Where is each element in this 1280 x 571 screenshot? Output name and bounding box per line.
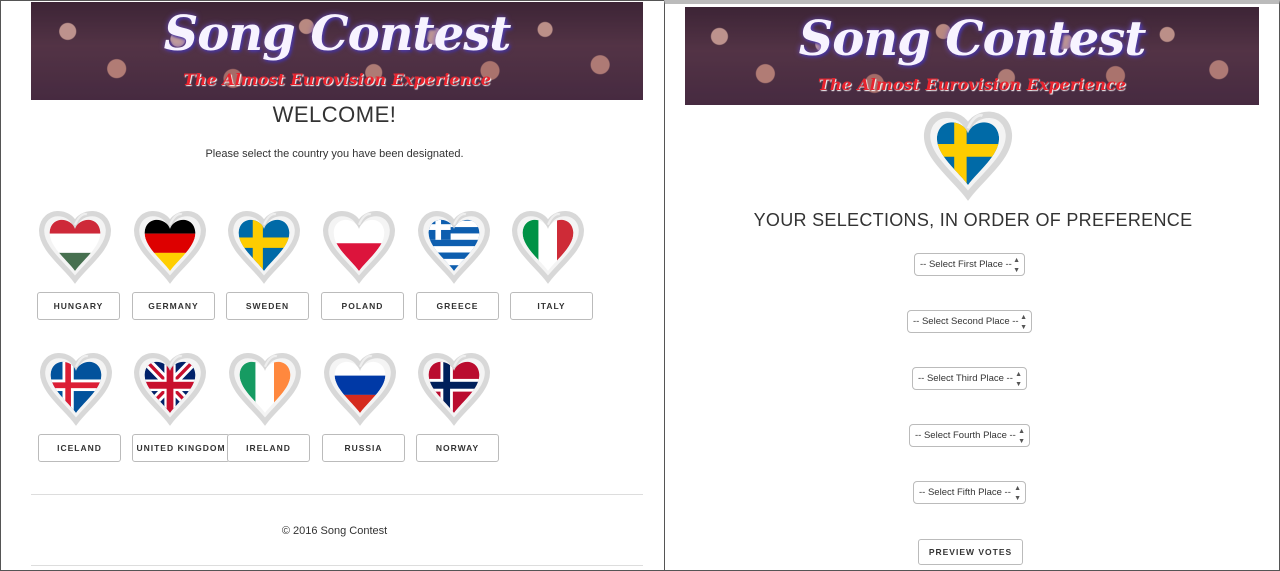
fourth-place-select[interactable]: -- Select Fourth Place -- ▲ ▼: [909, 424, 1030, 447]
logo-title: Song Contest: [163, 6, 512, 62]
uk-flag-heart-icon[interactable]: [130, 343, 210, 429]
country-button[interactable]: IRELAND: [227, 434, 310, 462]
footer-copyright: © 2016 Song Contest: [281, 525, 388, 537]
russia-flag-heart-icon[interactable]: [320, 343, 400, 429]
selections-heading: YOUR SELECTIONS, IN ORDER OF PREFERENCE: [753, 210, 1193, 230]
poland-flag-heart-icon[interactable]: [319, 201, 399, 287]
select-arrows-icon: ▲ ▼: [1013, 257, 1020, 274]
country-button[interactable]: NORWAY: [416, 434, 499, 462]
country-button[interactable]: POLAND: [321, 292, 404, 320]
song-contest-banner: Song Contest The Almost Eurovision Exper…: [31, 2, 643, 100]
sweden-flag-heart-icon: [919, 102, 1017, 202]
song-contest-banner: Song Contest The Almost Eurovision Exper…: [685, 7, 1259, 105]
vote-selection-page: Song Contest The Almost Eurovision Exper…: [664, 0, 1280, 571]
third-place-select[interactable]: -- Select Third Place -- ▲ ▼: [912, 367, 1027, 390]
ireland-flag-heart-icon[interactable]: [225, 343, 305, 429]
country-select-page: Song Contest The Almost Eurovision Exper…: [0, 0, 667, 571]
country-button[interactable]: UNITED KINGDOM: [132, 434, 230, 462]
country-button[interactable]: HUNGARY: [37, 292, 120, 320]
germany-flag-heart-icon[interactable]: [130, 201, 210, 287]
hungary-flag-heart-icon[interactable]: [35, 201, 115, 287]
logo-subtitle: The Almost Eurovision Experience: [183, 70, 491, 89]
country-button[interactable]: GERMANY: [132, 292, 215, 320]
country-button[interactable]: ICELAND: [38, 434, 121, 462]
select-arrows-icon: ▲ ▼: [1015, 371, 1022, 388]
country-button[interactable]: GREECE: [416, 292, 499, 320]
select-arrows-icon: ▲ ▼: [1020, 314, 1027, 331]
divider: [31, 494, 643, 495]
greece-flag-heart-icon[interactable]: [414, 201, 494, 287]
fifth-place-select[interactable]: -- Select Fifth Place -- ▲ ▼: [913, 481, 1026, 504]
select-value: -- Select Third Place --: [918, 373, 1013, 384]
divider: [31, 565, 643, 566]
italy-flag-heart-icon[interactable]: [508, 201, 588, 287]
first-place-select[interactable]: -- Select First Place -- ▲ ▼: [914, 253, 1025, 276]
select-value: -- Select Second Place --: [913, 316, 1019, 327]
logo-title: Song Contest: [798, 11, 1147, 67]
instruction-text: Please select the country you have been …: [205, 148, 464, 160]
sweden-flag-heart-icon[interactable]: [224, 201, 304, 287]
select-arrows-icon: ▲ ▼: [1014, 485, 1021, 502]
country-button[interactable]: ITALY: [510, 292, 593, 320]
select-arrows-icon: ▲ ▼: [1018, 428, 1025, 445]
country-button[interactable]: RUSSIA: [322, 434, 405, 462]
select-value: -- Select First Place --: [920, 259, 1012, 270]
select-value: -- Select Fourth Place --: [915, 430, 1016, 441]
second-place-select[interactable]: -- Select Second Place -- ▲ ▼: [907, 310, 1032, 333]
preview-votes-button[interactable]: PREVIEW VOTES: [918, 539, 1023, 565]
iceland-flag-heart-icon[interactable]: [36, 343, 116, 429]
page-title: WELCOME!: [272, 102, 397, 127]
country-button[interactable]: SWEDEN: [226, 292, 309, 320]
norway-flag-heart-icon[interactable]: [414, 343, 494, 429]
select-value: -- Select Fifth Place --: [919, 487, 1011, 498]
logo-subtitle: The Almost Eurovision Experience: [818, 75, 1126, 94]
